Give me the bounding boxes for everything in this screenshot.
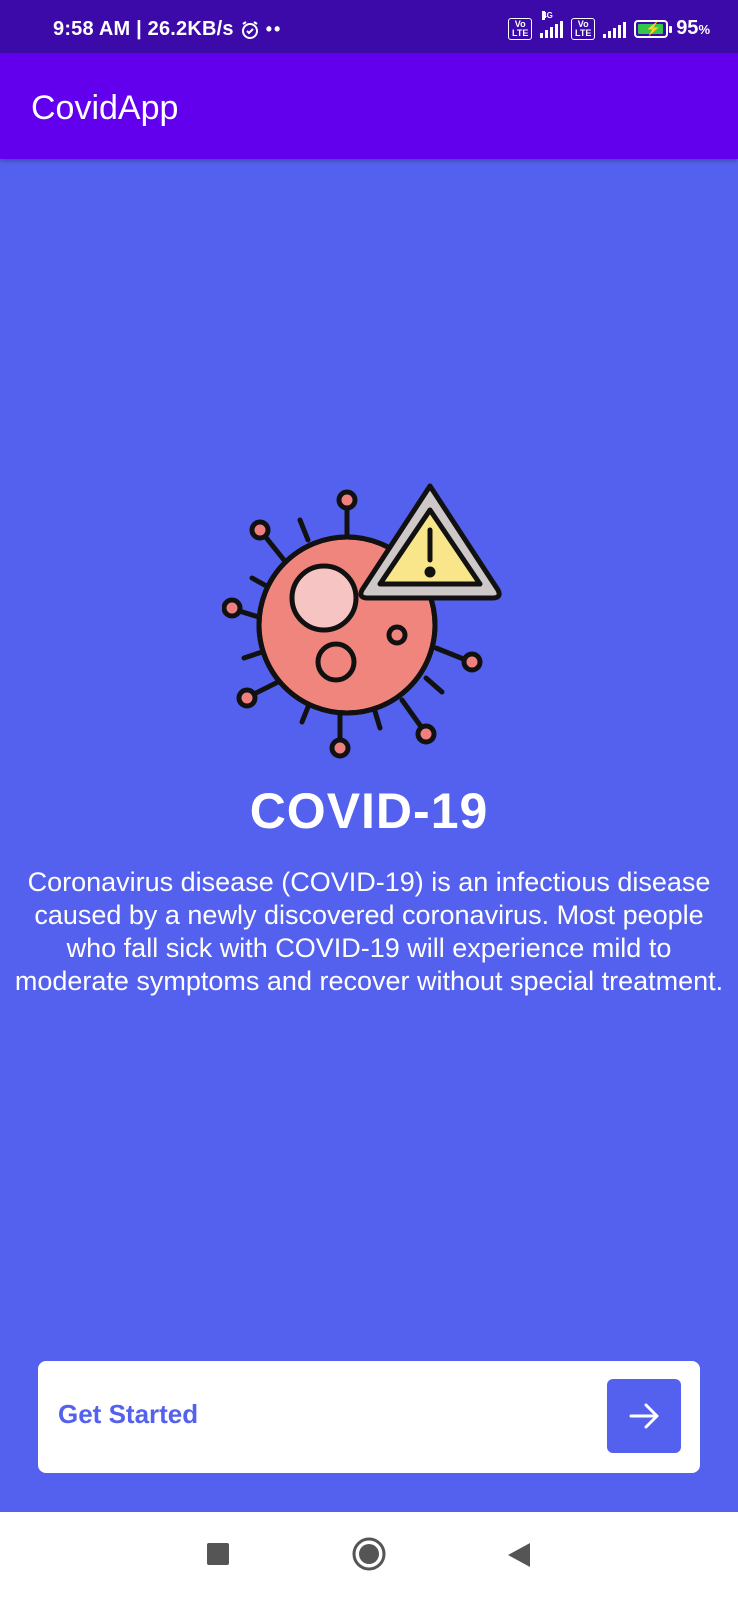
circle-icon [352,1537,386,1571]
get-started-button[interactable]: Get Started [38,1361,700,1473]
triangle-back-icon [508,1543,530,1567]
status-left: 9:58 AM | 26.2KB/s •• [53,18,282,41]
status-bar: 9:58 AM | 26.2KB/s •• Vo LTE 4G Vo LTE ⚡… [0,0,738,53]
arrow-right-icon [629,1403,659,1429]
virus-warning-icon [222,483,502,759]
notification-dots: •• [265,19,283,39]
net-tag: 4G [542,10,553,20]
navigation-bar [0,1512,738,1600]
square-icon [207,1543,229,1565]
description-text: Coronavirus disease (COVID-19) is an inf… [14,867,724,996]
volte-icon-2: Vo LTE [571,17,596,40]
home-button[interactable] [351,1536,387,1572]
battery-icon: ⚡ [634,19,673,38]
alarm-icon [241,20,258,39]
signal-icon [603,20,627,38]
headline-title: COVID-19 [249,783,489,839]
recent-apps-button[interactable] [204,1540,232,1568]
app-title: CovidApp [31,89,179,127]
back-button[interactable] [504,1540,534,1570]
get-started-label: Get Started [58,1399,199,1429]
status-right: Vo LTE 4G Vo LTE ⚡ 95% [508,10,710,40]
volte-icon: Vo LTE [508,17,533,40]
battery-percent: 95% [676,17,710,39]
signal-4g-icon: 4G [540,10,564,38]
status-time-speed: 9:58 AM | 26.2KB/s [53,18,234,40]
app-bar: CovidApp [0,53,738,159]
arrow-button[interactable] [607,1379,681,1453]
